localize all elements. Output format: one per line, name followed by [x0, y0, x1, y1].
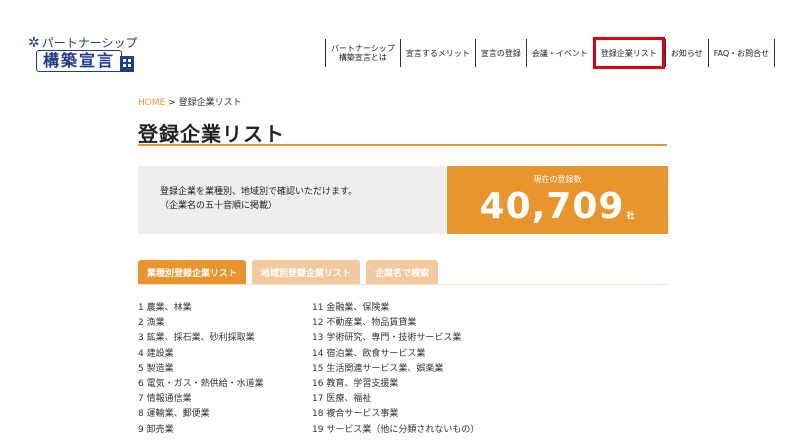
- info-line1: 登録企業を業種別、地域別で確認いただけます。: [160, 187, 358, 197]
- breadcrumb-separator: >: [165, 98, 179, 108]
- industry-link[interactable]: 2 漁業: [138, 316, 264, 331]
- site-logo[interactable]: ✲ パートナーシップ 構築宣言: [28, 34, 140, 82]
- industry-link[interactable]: 13 学術研究、専門・技術サービス業: [312, 331, 479, 346]
- breadcrumb-home[interactable]: HOME: [138, 98, 165, 108]
- industry-link[interactable]: 6 電気・ガス・熱供給・水道業: [138, 377, 264, 392]
- industry-link[interactable]: 1 農業、林業: [138, 301, 264, 316]
- building-icon: [120, 56, 134, 72]
- industry-link[interactable]: 4 建設業: [138, 347, 264, 362]
- industry-link[interactable]: 5 製造業: [138, 362, 264, 377]
- industry-link[interactable]: 11 金融業、保険業: [312, 301, 479, 316]
- global-nav: パートナーシップ 構築宣言とは 宣言するメリット 宣言の登録 会議・イベント 登…: [325, 37, 776, 69]
- count-label: 現在の登録数: [533, 175, 582, 184]
- nav-faq[interactable]: FAQ・お問合せ: [707, 39, 776, 67]
- count-unit: 社: [626, 211, 636, 220]
- industry-list-right: 11 金融業、保険業 12 不動産業、物品賃貸業 13 学術研究、専門・技術サー…: [312, 301, 479, 438]
- industry-link[interactable]: 15 生活関連サービス業、娯楽業: [312, 362, 479, 377]
- nav-about[interactable]: パートナーシップ 構築宣言とは: [325, 39, 400, 67]
- registration-count-box: 現在の登録数 40,709 社: [447, 166, 668, 234]
- industry-link[interactable]: 16 教育、学習支援業: [312, 377, 479, 392]
- industry-link[interactable]: 14 宿泊業、飲食サービス業: [312, 347, 479, 362]
- industry-link[interactable]: 3 鉱業、採石業、砂利採取業: [138, 331, 264, 346]
- industry-list-left: 1 農業、林業 2 漁業 3 鉱業、採石業、砂利採取業 4 建設業 5 製造業 …: [138, 301, 264, 438]
- industry-link[interactable]: 18 複合サービス事業: [312, 407, 479, 422]
- breadcrumb-current: 登録企業リスト: [178, 98, 242, 108]
- gear-icon: ✲: [28, 35, 40, 51]
- industry-link[interactable]: 19 サービス業（他に分類されないもの）: [312, 423, 479, 438]
- tabs-divider: [138, 284, 667, 285]
- list-tabs: 業種別登録企業リスト 地域別登録企業リスト 企業名で検索: [138, 260, 444, 284]
- nav-merit[interactable]: 宣言するメリット: [399, 39, 475, 67]
- info-line2: （企業名の五十音順に掲載）: [160, 201, 278, 211]
- industry-link[interactable]: 8 運輸業、郵便業: [138, 407, 264, 422]
- page-title: 登録企業リスト: [138, 122, 285, 146]
- logo-line1: パートナーシップ: [41, 36, 138, 50]
- nav-news[interactable]: お知らせ: [664, 39, 708, 67]
- nav-company-list[interactable]: 登録企業リスト: [592, 37, 665, 69]
- tab-search-by-name[interactable]: 企業名で検索: [366, 260, 439, 284]
- tab-by-industry[interactable]: 業種別登録企業リスト: [138, 260, 247, 284]
- industry-link[interactable]: 7 情報通信業: [138, 392, 264, 407]
- nav-events[interactable]: 会議・イベント: [525, 39, 593, 67]
- industry-link[interactable]: 12 不動産業、物品賃貸業: [312, 316, 479, 331]
- title-divider: [138, 144, 667, 146]
- industry-link[interactable]: 9 卸売業: [138, 423, 264, 438]
- nav-registration[interactable]: 宣言の登録: [474, 39, 526, 67]
- count-value: 40,709: [479, 186, 625, 227]
- tab-by-region[interactable]: 地域別登録企業リスト: [252, 260, 361, 284]
- industry-link[interactable]: 17 医療、福祉: [312, 392, 479, 407]
- info-box: 登録企業を業種別、地域別で確認いただけます。 （企業名の五十音順に掲載）: [138, 166, 446, 234]
- breadcrumb: HOME > 登録企業リスト: [138, 95, 242, 108]
- logo-line2: 構築宣言: [36, 50, 123, 72]
